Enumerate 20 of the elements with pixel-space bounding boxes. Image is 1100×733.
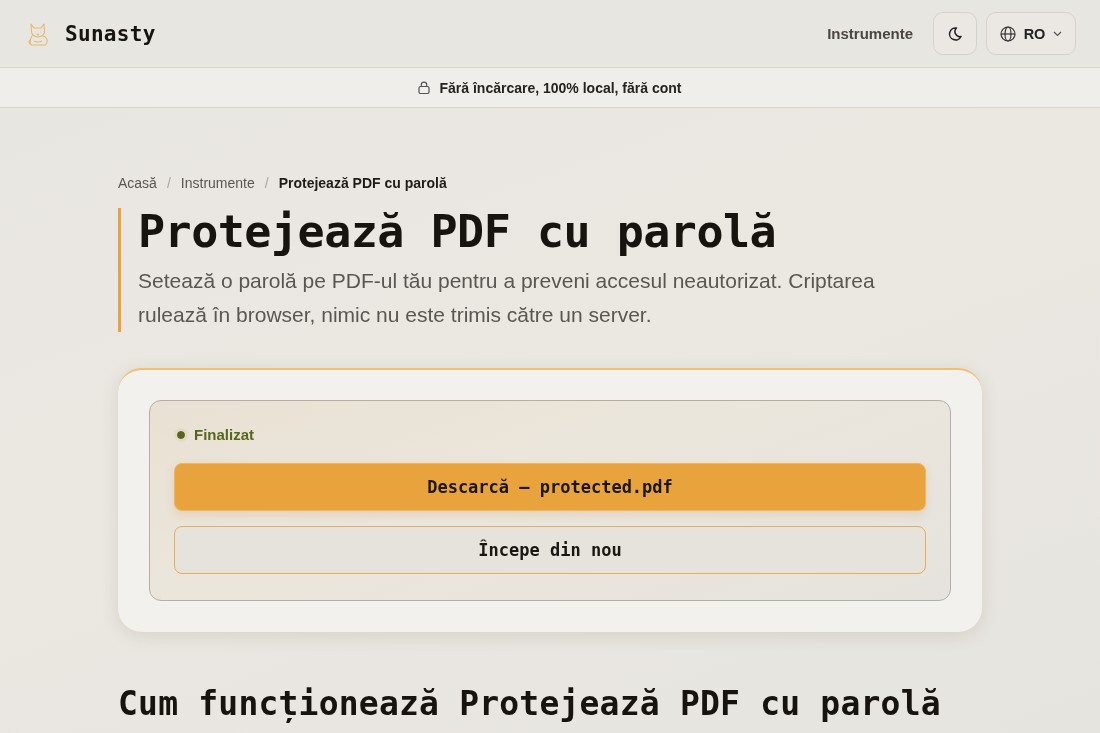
moon-icon bbox=[948, 26, 962, 41]
download-button[interactable]: Descarcă — protected.pdf bbox=[174, 463, 926, 511]
breadcrumb-link[interactable]: Instrumente bbox=[180, 174, 255, 192]
page-description: Setează o parolă pe PDF-ul tău pentru a preveni accesul neautorizat. Criptarea rulează în browser, nimic nu este trimis către un server. bbox=[138, 268, 876, 328]
breadcrumb-separator: / bbox=[166, 174, 171, 192]
page-title: Protejează PDF cu parolă bbox=[138, 208, 778, 256]
breadcrumb-current: Protejează PDF cu parolă bbox=[278, 174, 447, 192]
language-button[interactable]: RO bbox=[986, 12, 1076, 55]
trust-message: Fără încărcare, 100% local, fără cont bbox=[439, 79, 682, 96]
breadcrumb-separator: / bbox=[264, 174, 269, 192]
lock-icon bbox=[418, 81, 431, 94]
nav-link[interactable]: Instrumente bbox=[827, 24, 913, 42]
theme-toggle-button[interactable] bbox=[933, 12, 977, 55]
chevron-down-icon bbox=[1053, 30, 1063, 37]
section-heading: Cum funcționează Protejează PDF cu parolă bbox=[118, 684, 942, 724]
brand-name: Sunasty bbox=[65, 21, 156, 46]
restart-button[interactable]: Începe din nou bbox=[174, 526, 926, 574]
status-label: Finalizat bbox=[194, 425, 254, 445]
breadcrumb-link[interactable]: Acasă bbox=[118, 174, 157, 192]
globe-icon bbox=[999, 25, 1016, 42]
